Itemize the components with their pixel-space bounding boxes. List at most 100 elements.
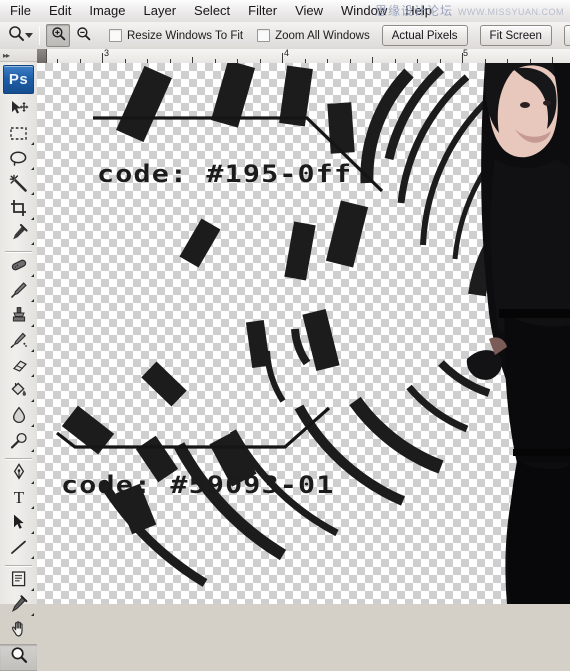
flyout-indicator-icon [31,424,34,427]
tool-eyedropper[interactable] [0,223,37,248]
line-tool-icon [9,539,28,561]
marquee-tool-icon [9,126,28,146]
double-chevron-right-icon: ▸▸ [3,51,9,60]
flyout-indicator-icon [31,613,34,616]
flyout-indicator-icon [31,481,34,484]
tool-eraser[interactable] [0,355,37,380]
menu-item-layer[interactable]: Layer [135,1,186,21]
zoom-out-icon [76,26,91,46]
zoom-tool-icon [10,646,28,669]
flyout-indicator-icon [31,349,34,352]
toolbox-divider [5,251,32,252]
zoom-in-icon [51,26,66,46]
flyout-indicator-icon [31,192,34,195]
zoom-in-button[interactable] [46,24,70,47]
crop-tool-icon [9,199,28,222]
checkbox-box[interactable] [109,29,122,42]
tool-magic-wand[interactable] [0,173,37,198]
resize-windows-to-fit-checkbox[interactable]: Resize Windows To Fit [109,29,243,42]
zoom-mode-group [46,24,95,47]
tool-healing-brush[interactable] [0,255,37,280]
flyout-indicator-icon [31,142,34,145]
tool-line[interactable] [0,537,37,562]
clone-stamp-tool-icon [10,306,28,329]
zoom-out-button[interactable] [71,24,95,47]
watermark-url: WWW.MISSYUAN.COM [458,7,564,17]
eyedropper-tool-icon [9,224,28,247]
tool-lasso[interactable] [0,148,37,173]
ruler-label: 5 [463,49,468,58]
zoom-tool-icon [8,25,25,47]
ruler-label: 4 [284,49,289,58]
menu-item-edit[interactable]: Edit [40,1,80,21]
resize-windows-to-fit-label: Resize Windows To Fit [127,30,243,42]
tool-dodge[interactable] [0,430,37,455]
tool-move[interactable] [0,98,37,123]
flyout-indicator-icon [31,324,34,327]
hand-tool-icon [10,620,28,643]
flyout-indicator-icon [31,556,34,559]
image-canvas[interactable]: code: #195-0ff code: #59093-01 [37,63,570,604]
flyout-indicator-icon [31,274,34,277]
tool-path-selection[interactable] [0,512,37,537]
eraser-tool-icon [9,358,29,378]
tool-preset-dropdown[interactable] [25,25,33,47]
flyout-indicator-icon [31,588,34,591]
tool-blur[interactable] [0,405,37,430]
toolbox-panel: ▸▸ Ps [0,49,38,604]
ruler-tick [282,53,283,63]
flyout-indicator-icon [31,242,34,245]
watermark: 思缘设计论坛 WWW.MISSYUAN.COM [375,2,564,19]
flyout-indicator-icon [31,217,34,220]
photoshop-logo: Ps [3,65,34,94]
tool-paint-bucket[interactable] [0,380,37,405]
ruler-label: 3 [104,49,109,58]
path-selection-tool-icon [11,513,26,536]
tool-clone-stamp[interactable] [0,305,37,330]
options-separator-1 [39,26,40,45]
menu-item-view[interactable]: View [286,1,332,21]
flyout-indicator-icon [31,299,34,302]
color-sampler-tool-icon [9,595,28,618]
flyout-indicator-icon [31,506,34,509]
model-photo [455,63,570,604]
svg-text:T: T [13,488,24,506]
actual-pixels-button[interactable]: Actual Pixels [382,25,468,46]
brush-tool-icon [9,281,28,304]
flyout-indicator-icon [31,374,34,377]
print-size-button[interactable]: Print Size [564,25,570,46]
lasso-tool-icon [9,150,28,172]
active-tool-preset[interactable] [8,25,25,47]
zoom-all-windows-checkbox[interactable]: Zoom All Windows [257,29,370,42]
move-tool-icon [9,100,29,122]
photoshop-window: File Edit Image Layer Select Filter View… [0,0,570,604]
menu-item-image[interactable]: Image [80,1,134,21]
tool-pen[interactable] [0,462,37,487]
tool-history-brush[interactable] [0,330,37,355]
fit-screen-button[interactable]: Fit Screen [480,25,552,46]
checkbox-box[interactable] [257,29,270,42]
ruler-origin-corner[interactable] [37,49,47,63]
type-tool-icon: T [11,488,27,511]
tool-crop[interactable] [0,198,37,223]
tool-rectangular-marquee[interactable] [0,123,37,148]
tool-zoom[interactable] [0,644,37,671]
tool-type[interactable]: T [0,487,37,512]
magic-wand-tool-icon [9,174,28,197]
menu-item-file[interactable]: File [0,1,40,21]
flyout-indicator-icon [31,449,34,452]
menu-bar: File Edit Image Layer Select Filter View… [0,0,570,23]
menu-item-filter[interactable]: Filter [239,1,286,21]
paint-bucket-tool-icon [9,381,28,404]
tool-hand[interactable] [0,619,37,644]
history-brush-tool-icon [9,331,28,354]
menu-item-select[interactable]: Select [185,1,239,21]
tool-color-sampler[interactable] [0,594,37,619]
toolbox-collapse-handle[interactable]: ▸▸ [0,49,37,62]
tool-brush[interactable] [0,280,37,305]
dodge-tool-icon [9,432,29,454]
chevron-down-icon [25,33,33,38]
horizontal-ruler[interactable]: 3 4 5 [37,49,570,64]
tool-notes[interactable] [0,569,37,594]
blur-tool-icon [11,406,27,429]
